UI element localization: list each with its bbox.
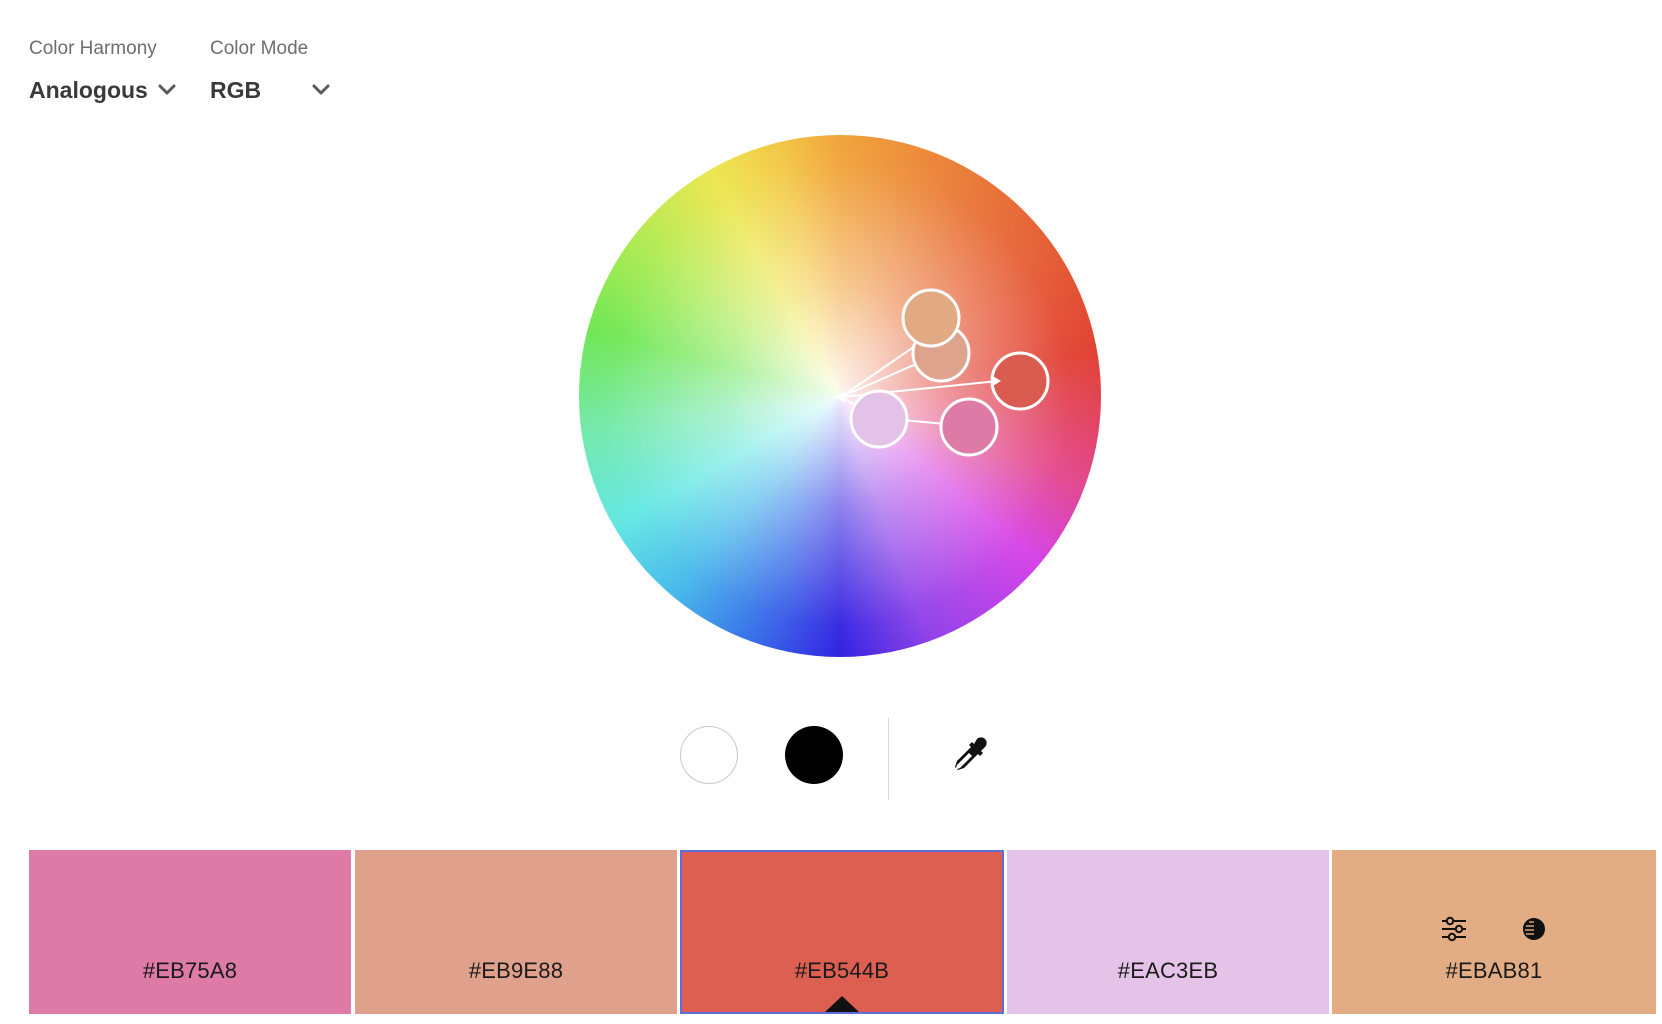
color-harmony-label: Color Harmony — [29, 38, 157, 59]
swatch-hex-label: #EAC3EB — [1117, 958, 1219, 983]
black-swatch-icon[interactable] — [785, 726, 843, 784]
center-marker — [835, 391, 845, 403]
swatch-2[interactable]: #EB9E88 — [355, 850, 677, 1014]
color-mode-value: RGB — [210, 77, 262, 103]
color-wheel-app: Color Harmony Analogous Color Mode RGB #… — [0, 0, 1662, 1024]
sliders-icon[interactable] — [1439, 914, 1469, 944]
swatch-strip: #EB75A8 #EB9E88 #EB544B #EAC3EB #EBAB81 — [29, 850, 1656, 1014]
swatch-hex-label: #EB75A8 — [142, 958, 238, 983]
color-harmony-control: Color Harmony Analogous — [29, 36, 177, 104]
color-handle-1[interactable] — [901, 288, 961, 348]
contrast-icon[interactable] — [1519, 914, 1549, 944]
base-color-caret-icon — [825, 996, 859, 1012]
color-harmony-dropdown[interactable]: Analogous — [29, 76, 177, 104]
color-mode-label: Color Mode — [210, 38, 309, 59]
white-swatch-icon[interactable] — [680, 726, 738, 784]
swatch-hex-label: #EB9E88 — [468, 958, 564, 983]
swatch-4[interactable]: #EAC3EB — [1007, 850, 1329, 1014]
color-wheel[interactable] — [579, 135, 1101, 657]
swatch-5[interactable]: #EBAB81 — [1332, 850, 1656, 1014]
eyedropper-icon[interactable] — [949, 735, 989, 775]
tool-divider — [888, 718, 889, 800]
color-harmony-value: Analogous — [29, 77, 148, 103]
wheel-tools — [0, 718, 1662, 802]
swatch-3-base[interactable]: #EB544B — [680, 850, 1004, 1014]
color-handle-4[interactable] — [849, 389, 909, 449]
swatch-tools — [1332, 914, 1656, 944]
color-mode-control: Color Mode RGB — [210, 36, 331, 104]
swatch-hex-label: #EBAB81 — [1445, 958, 1543, 983]
color-handle-5[interactable] — [939, 397, 999, 457]
chevron-down-icon — [158, 84, 176, 95]
swatch-hex-label: #EB544B — [794, 958, 890, 983]
color-wheel-handles — [835, 288, 1050, 457]
color-mode-dropdown[interactable]: RGB — [210, 76, 331, 104]
swatch-1[interactable]: #EB75A8 — [29, 850, 351, 1014]
chevron-down-icon — [312, 84, 330, 95]
